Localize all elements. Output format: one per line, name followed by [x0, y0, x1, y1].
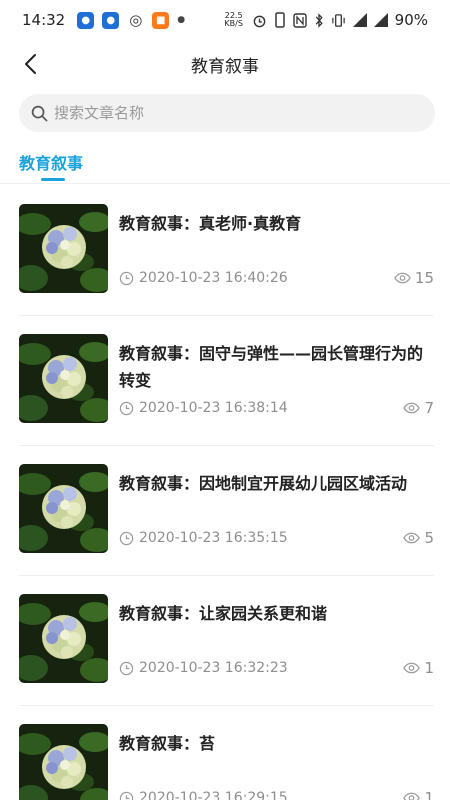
article-thumbnail	[19, 334, 108, 423]
article-meta: 2020-10-23 16:38:14 7	[119, 399, 434, 417]
article-thumbnail	[19, 594, 108, 683]
clock-icon	[119, 531, 134, 545]
article-thumbnail	[19, 724, 108, 800]
article-date: 2020-10-23 16:35:15	[139, 530, 288, 546]
article-title: 教育叙事：因地制宜开展幼儿园区域活动	[119, 474, 408, 493]
article-title: 教育叙事：苔	[119, 734, 216, 753]
alarm-icon	[253, 15, 266, 27]
eye-icon	[403, 662, 421, 674]
signal-icon	[352, 13, 367, 27]
view-count-value: 1	[424, 659, 434, 677]
view-count: 1	[403, 789, 434, 800]
article-meta: 2020-10-23 16:32:23 1	[119, 659, 434, 677]
page-title: 教育叙事	[191, 56, 259, 77]
messenger-app-icon-2: ●	[102, 11, 120, 29]
bluetooth-icon	[315, 12, 323, 28]
weibo-app-icon: ◎	[129, 11, 143, 29]
eye-icon	[403, 532, 421, 544]
clock-icon	[119, 401, 134, 415]
eye-icon	[394, 272, 411, 284]
nav-bar: 教育叙事	[0, 42, 450, 86]
search-icon	[31, 105, 48, 121]
article-date: 2020-10-23 16:40:26	[139, 270, 288, 286]
view-count-value: 5	[424, 529, 434, 547]
eye-icon	[403, 792, 421, 800]
list-item[interactable]: 教育叙事：苔 2020-10-23 16:29:15 1	[19, 706, 434, 800]
article-title: 教育叙事：固守与弹性——园长管理行为的转变	[119, 344, 424, 390]
view-count-value: 15	[414, 269, 434, 287]
vibrate-phone-icon	[274, 12, 285, 28]
signal-icon-2	[373, 13, 388, 27]
article-date: 2020-10-23 16:29:15	[139, 790, 288, 800]
view-count: 15	[394, 269, 434, 287]
eye-icon	[403, 402, 421, 414]
list-item[interactable]: 教育叙事：真老师·真教育 2020-10-23 16:40:26 15	[19, 186, 434, 316]
article-title: 教育叙事：真老师·真教育	[119, 214, 302, 233]
status-left: 14:32 ● ● ◎ ■ ●	[22, 11, 185, 29]
nfc-icon	[292, 12, 307, 28]
search-input[interactable]	[54, 104, 394, 122]
tab-bar: 教育叙事	[0, 142, 450, 184]
view-count-value: 7	[424, 399, 434, 417]
battery-percent: 90%	[394, 11, 428, 29]
chevron-left-icon	[25, 54, 36, 74]
status-right: 22.5 KB/S 90%	[223, 11, 428, 29]
vibrate-icon	[331, 13, 345, 27]
article-meta: 2020-10-23 16:35:15 5	[119, 529, 434, 547]
clock-icon	[119, 271, 134, 285]
net-speed-unit: KB/S	[224, 19, 243, 28]
tab-education-narrative[interactable]: 教育叙事	[19, 150, 83, 174]
article-thumbnail	[19, 204, 108, 293]
list-item[interactable]: 教育叙事：让家园关系更和谐 2020-10-23 16:32:23 1	[19, 576, 434, 706]
status-bar: 14:32 ● ● ◎ ■ ● 22.5 KB/S 90%	[0, 0, 450, 40]
article-meta: 2020-10-23 16:29:15 1	[119, 789, 434, 800]
more-notifications-icon: ●	[177, 15, 186, 25]
status-time: 14:32	[22, 11, 66, 29]
back-button[interactable]	[16, 50, 44, 78]
view-count: 5	[403, 529, 434, 547]
tab-active-indicator	[41, 178, 65, 181]
messenger-app-icon: ●	[77, 11, 95, 29]
news-app-icon: ■	[152, 11, 170, 29]
article-thumbnail	[19, 464, 108, 553]
net-speed: 22.5 KB/S	[223, 12, 245, 28]
view-count: 7	[403, 399, 434, 417]
article-date: 2020-10-23 16:38:14	[139, 400, 288, 416]
article-meta: 2020-10-23 16:40:26 15	[119, 269, 434, 287]
view-count: 1	[403, 659, 434, 677]
list-item[interactable]: 教育叙事：固守与弹性——园长管理行为的转变 2020-10-23 16:38:14…	[19, 316, 434, 446]
clock-icon	[119, 661, 134, 675]
article-title: 教育叙事：让家园关系更和谐	[119, 604, 328, 623]
article-date: 2020-10-23 16:32:23	[139, 660, 288, 676]
list-item[interactable]: 教育叙事：因地制宜开展幼儿园区域活动 2020-10-23 16:35:15 5	[19, 446, 434, 576]
search-bar[interactable]	[19, 94, 435, 132]
view-count-value: 1	[424, 789, 434, 800]
article-list: 教育叙事：真老师·真教育 2020-10-23 16:40:26 15 教育叙事：固…	[0, 186, 450, 800]
clock-icon	[119, 791, 134, 800]
